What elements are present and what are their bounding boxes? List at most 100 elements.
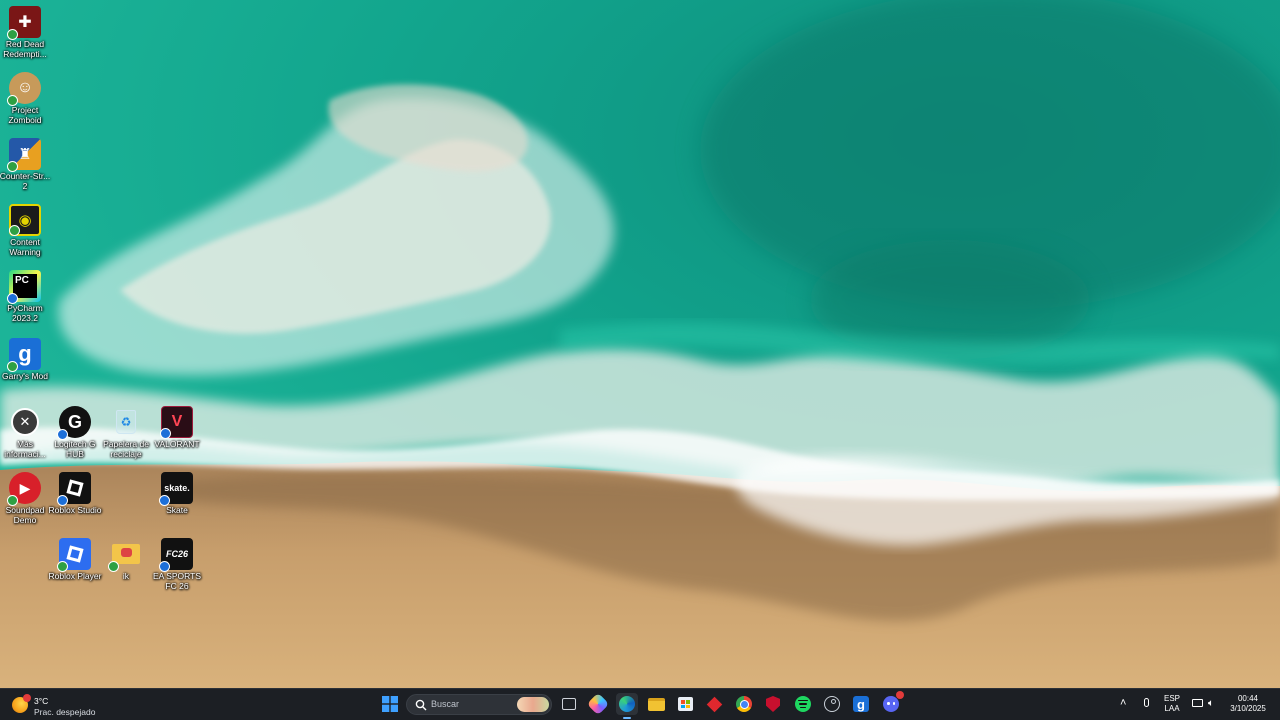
copilot-app[interactable] — [586, 692, 610, 716]
desktop-icon-recycle-bin[interactable]: ♻ Papelera de reciclaje — [101, 406, 151, 459]
red-diamond-app[interactable] — [703, 693, 725, 715]
icon-label: Roblox Studio — [48, 505, 102, 515]
red-diamond-icon — [706, 696, 722, 712]
icon-label: Logitech G HUB — [54, 439, 96, 459]
chrome-app[interactable] — [733, 693, 755, 715]
clock-time: 00:44 — [1237, 694, 1259, 703]
spotify-app[interactable] — [792, 693, 814, 715]
notification-badge — [896, 691, 904, 699]
chrome-icon — [736, 696, 752, 712]
folder-icon — [647, 697, 665, 711]
roblox-player-icon — [57, 538, 91, 572]
desktop-icon-roblox-studio[interactable]: Roblox Studio — [48, 472, 102, 516]
valorant-icon: V — [160, 406, 193, 439]
weather-condition: Prac. despejado — [34, 707, 96, 717]
shortcut-arrow-icon — [160, 428, 171, 439]
discord-icon — [883, 696, 899, 712]
shortcut-arrow-icon — [57, 495, 68, 506]
desktop-icon-roblox-player[interactable]: Roblox Player — [48, 538, 102, 582]
desktop-icon-more-info[interactable]: ✕ Más informaci... — [0, 406, 50, 459]
garrys-mod-icon: g — [853, 696, 869, 712]
logitech-logo-text: G — [67, 411, 82, 432]
more-info-icon: ✕ — [9, 406, 41, 438]
desktop-icon-content-warning[interactable]: ◉ Content Warning — [0, 204, 50, 257]
garrys-mod-logo-text: g — [18, 341, 32, 366]
edge-app[interactable] — [616, 693, 638, 719]
ea-sports-fc-icon: FC26 — [159, 538, 193, 572]
desktop-icon-folder-ik[interactable]: ik — [101, 538, 151, 582]
sync-status-icon — [57, 561, 68, 572]
red-dead-redemption-icon: ✚ — [7, 6, 41, 40]
windows-logo-icon — [382, 696, 398, 712]
desktop-icon-skate[interactable]: skate. Skate — [152, 472, 202, 516]
icon-label: Papelera de reciclaje — [103, 439, 149, 459]
sync-status-icon — [7, 495, 18, 506]
desktop-icon-project-zomboid[interactable]: ☺ Project Zomboid — [0, 72, 50, 125]
content-warning-icon: ◉ — [9, 204, 41, 236]
weather-temperature: 3°C — [34, 696, 49, 706]
desktop-icon-red-dead-redemption[interactable]: ✚ Red Dead Redempti... — [0, 6, 50, 59]
edge-icon — [619, 696, 635, 712]
sync-status-icon — [7, 95, 18, 106]
clock-date: 3/10/2025 — [1230, 704, 1266, 713]
recycle-bin-icon: ♻ — [110, 406, 142, 438]
taskbar-search-box[interactable]: Buscar — [406, 694, 552, 715]
skate-logo-text: skate. — [164, 483, 190, 493]
desktop-icons-area: ✚ Red Dead Redempti... ☺ Project Zomboid… — [0, 0, 1280, 688]
keyboard-layout-code: LAA — [1164, 704, 1180, 713]
file-explorer-app[interactable] — [645, 693, 667, 715]
desktop-icon-logitech-g-hub[interactable]: G Logitech G HUB — [50, 406, 100, 459]
sync-status-icon — [7, 161, 18, 172]
desktop-icon-ea-sports-fc[interactable]: FC26 EA SPORTS FC 26 — [152, 538, 202, 591]
weather-alert-badge — [23, 694, 31, 702]
shortcut-arrow-icon — [57, 429, 68, 440]
search-placeholder: Buscar — [431, 699, 460, 709]
garrys-mod-app[interactable]: g — [850, 693, 872, 715]
garrys-mod-icon: g — [7, 338, 41, 372]
shortcut-arrow-icon — [159, 561, 170, 572]
steam-app[interactable] — [821, 693, 843, 715]
skate-icon: skate. — [159, 472, 193, 506]
project-zomboid-icon: ☺ — [7, 72, 41, 106]
icon-label: ik — [122, 571, 130, 581]
icon-label: PyCharm 2023.2 — [7, 303, 43, 323]
roblox-studio-icon — [57, 472, 91, 506]
mcafee-app[interactable] — [762, 693, 784, 715]
icon-label: Más informaci... — [4, 439, 46, 459]
desktop-icon-pycharm[interactable]: PC PyCharm 2023.2 — [0, 270, 50, 323]
desktop-icon-garrys-mod[interactable]: g Garry's Mod — [0, 338, 50, 382]
discord-app[interactable] — [880, 691, 904, 715]
icon-label: Project Zomboid — [8, 105, 42, 125]
sync-status-icon — [108, 561, 119, 572]
microphone-icon[interactable] — [1144, 698, 1149, 707]
desktop-icon-counter-strike[interactable]: ♜ Counter-Str... 2 — [0, 138, 50, 191]
volume-icon[interactable]: 🔈︎ — [1208, 698, 1214, 709]
search-icon — [415, 699, 427, 711]
clock[interactable]: 00:44 3/10/2025 — [1226, 694, 1270, 714]
desktop-icon-soundpad[interactable]: ▶ Soundpad Demo — [0, 472, 50, 525]
task-view-icon — [562, 698, 576, 710]
icon-label: Roblox Player — [48, 571, 102, 581]
copilot-icon — [586, 692, 610, 716]
weather-widget[interactable]: 3°C Prac. despejado — [10, 692, 100, 718]
icon-label: Content Warning — [9, 237, 41, 257]
task-view-button[interactable] — [558, 693, 580, 715]
sync-status-icon — [7, 361, 18, 372]
start-button[interactable] — [379, 693, 401, 715]
store-icon — [677, 697, 693, 711]
icon-label: Garry's Mod — [1, 371, 49, 381]
ea-fc-logo-text: FC26 — [165, 549, 188, 559]
folder-icon — [108, 538, 142, 572]
show-hidden-icons-button[interactable]: ˄ — [1120, 697, 1126, 709]
roblox-logo-icon — [66, 545, 84, 563]
desktop-icon-valorant[interactable]: V VALORANT — [152, 406, 202, 450]
language-indicator[interactable]: ESP LAA — [1162, 694, 1182, 714]
roblox-logo-icon — [66, 479, 84, 497]
shortcut-arrow-icon — [159, 495, 170, 506]
soundpad-icon: ▶ — [7, 472, 41, 506]
icon-label: Skate — [166, 505, 188, 515]
shortcut-arrow-icon — [7, 293, 18, 304]
microsoft-store-app[interactable] — [674, 693, 696, 715]
network-icon[interactable] — [1192, 699, 1203, 707]
mcafee-shield-icon — [766, 696, 780, 712]
